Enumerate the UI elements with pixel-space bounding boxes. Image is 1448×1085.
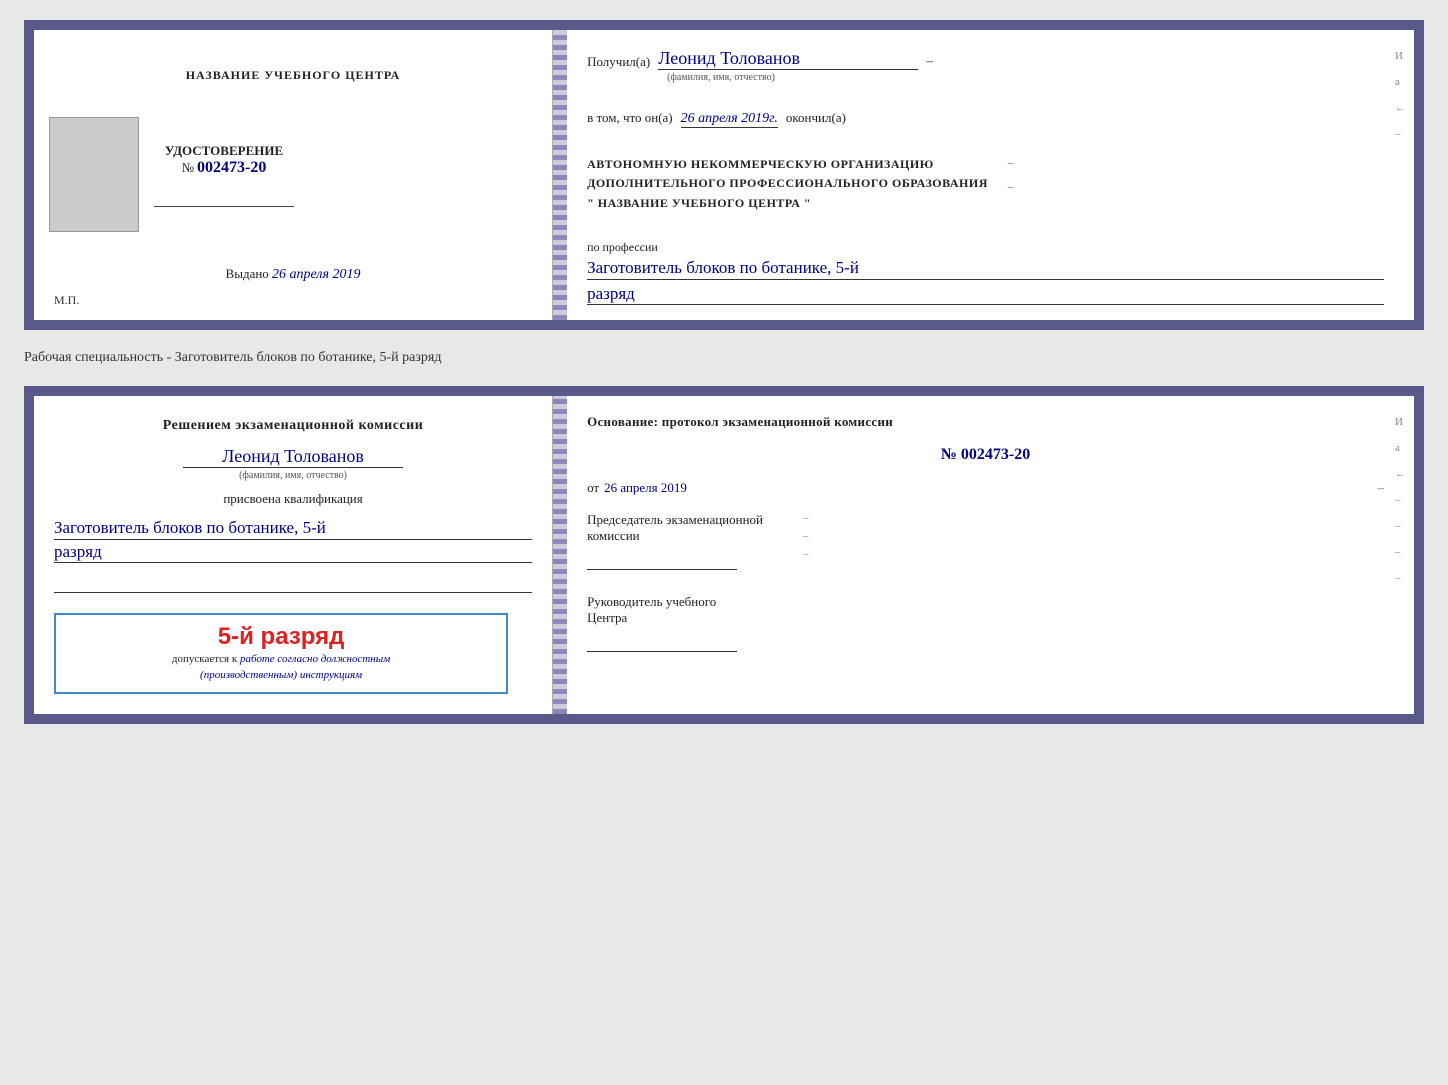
org-block: АВТОНОМНУЮ НЕКОММЕРЧЕСКУЮ ОРГАНИЗАЦИЮ ДО… bbox=[587, 155, 1384, 213]
document-2: Решением экзаменационной комиссии Леонид… bbox=[24, 386, 1424, 724]
person-name: Леонид Толованов bbox=[222, 446, 364, 466]
chairman-label: Председатель экзаменационной bbox=[587, 512, 763, 528]
protocol-number: № 002473-20 bbox=[587, 446, 1384, 464]
divider-spine-2 bbox=[553, 396, 567, 714]
profession-label: по профессии bbox=[587, 240, 1384, 255]
chairman-label2: комиссии bbox=[587, 528, 763, 544]
doc1-dash3: – bbox=[1008, 179, 1014, 197]
stamp-italic1: работе согласно должностным bbox=[240, 653, 390, 665]
doc1-center-title: НАЗВАНИЕ УЧЕБНОГО ЦЕНТРА bbox=[186, 67, 401, 84]
profession-block: по профессии Заготовитель блоков по бота… bbox=[587, 240, 1384, 305]
stamp-box: 5-й разряд допускается к работе согласно… bbox=[54, 613, 508, 694]
from-date-block: от 26 апреля 2019 – bbox=[587, 480, 1384, 496]
chairman-block: Председатель экзаменационной комиссии – … bbox=[587, 512, 1384, 570]
doc1-dash1: – bbox=[926, 54, 933, 70]
date-suffix: окончил(а) bbox=[786, 110, 846, 126]
decision-text: Решением экзаменационной комиссии bbox=[54, 416, 532, 436]
issued-date: 26 апреля 2019 bbox=[272, 267, 360, 282]
protocol-number-block: № 002473-20 bbox=[587, 446, 1384, 464]
razryad-value: разряд bbox=[587, 284, 1384, 305]
profession-value: Заготовитель блоков по ботанике, 5-й bbox=[587, 257, 1384, 280]
blank-line-1 bbox=[54, 573, 532, 593]
head-label: Руководитель учебного bbox=[587, 594, 1384, 610]
cert-label-block: УДОСТОВЕРЕНИЕ № 002473-20 bbox=[165, 143, 283, 177]
date-block: в том, что он(а) 26 апреля 2019г. окончи… bbox=[587, 110, 1384, 128]
recipient-subtitle: (фамилия, имя, отчество) bbox=[587, 72, 1384, 83]
divider-spine-1 bbox=[553, 30, 567, 320]
basis-text: Основание: протокол экзаменационной коми… bbox=[587, 414, 1384, 430]
assigned-label: присвоена квалификация bbox=[54, 491, 532, 507]
from-date: 26 апреля 2019 bbox=[604, 480, 687, 496]
cert-label: УДОСТОВЕРЕНИЕ bbox=[165, 143, 283, 159]
date-handwritten: 26 апреля 2019г. bbox=[681, 111, 778, 126]
person-block: Леонид Толованов (фамилия, имя, отчество… bbox=[54, 446, 532, 481]
stamp-admission: допускается к работе согласно должностны… bbox=[66, 651, 496, 684]
document-1: НАЗВАНИЕ УЧЕБНОГО ЦЕНТРА УДОСТОВЕРЕНИЕ №… bbox=[24, 20, 1424, 330]
stamp-grade: 5-й разряд bbox=[66, 623, 496, 651]
doc1-dash2: – bbox=[1008, 155, 1014, 173]
specialty-text: Рабочая специальность - Заготовитель бло… bbox=[24, 348, 1424, 368]
org-line1: АВТОНОМНУЮ НЕКОММЕРЧЕСКУЮ ОРГАНИЗАЦИЮ bbox=[587, 155, 988, 174]
doc2-dash1: – bbox=[1378, 480, 1385, 496]
stamp-prefix: допускается к bbox=[172, 653, 237, 665]
person-subtitle: (фамилия, имя, отчество) bbox=[54, 470, 532, 481]
org-line2: ДОПОЛНИТЕЛЬНОГО ПРОФЕССИОНАЛЬНОГО ОБРАЗО… bbox=[587, 174, 988, 193]
from-prefix: от bbox=[587, 480, 599, 496]
razryad-value-2: разряд bbox=[54, 542, 532, 563]
recipient-name: Леонид Толованов bbox=[658, 48, 800, 68]
doc2-side-dashes: – – – bbox=[803, 512, 809, 560]
chairman-sig-line bbox=[587, 548, 737, 570]
received-prefix: Получил(а) bbox=[587, 54, 650, 70]
qualification-value: Заготовитель блоков по ботанике, 5-й bbox=[54, 517, 532, 540]
date-prefix: в том, что он(а) bbox=[587, 110, 673, 126]
page-wrapper: НАЗВАНИЕ УЧЕБНОГО ЦЕНТРА УДОСТОВЕРЕНИЕ №… bbox=[24, 20, 1424, 724]
qualification-block: Заготовитель блоков по ботанике, 5-й раз… bbox=[54, 517, 532, 563]
cert-number-prefix: № bbox=[182, 160, 194, 176]
stamp-italic2: (производственным) инструкциям bbox=[200, 669, 362, 681]
org-line3: " НАЗВАНИЕ УЧЕБНОГО ЦЕНТРА " bbox=[587, 194, 988, 213]
photo-placeholder bbox=[49, 117, 139, 232]
issued-label: Выдано bbox=[226, 266, 269, 281]
cert-number: 002473-20 bbox=[197, 159, 266, 177]
head-label2: Центра bbox=[587, 610, 1384, 626]
head-sig-line bbox=[587, 630, 737, 652]
head-block: Руководитель учебного Центра bbox=[587, 594, 1384, 652]
recipient-block: Получил(а) Леонид Толованов – (фамилия, … bbox=[587, 48, 1384, 83]
issued-block: Выдано 26 апреля 2019 bbox=[226, 266, 361, 283]
